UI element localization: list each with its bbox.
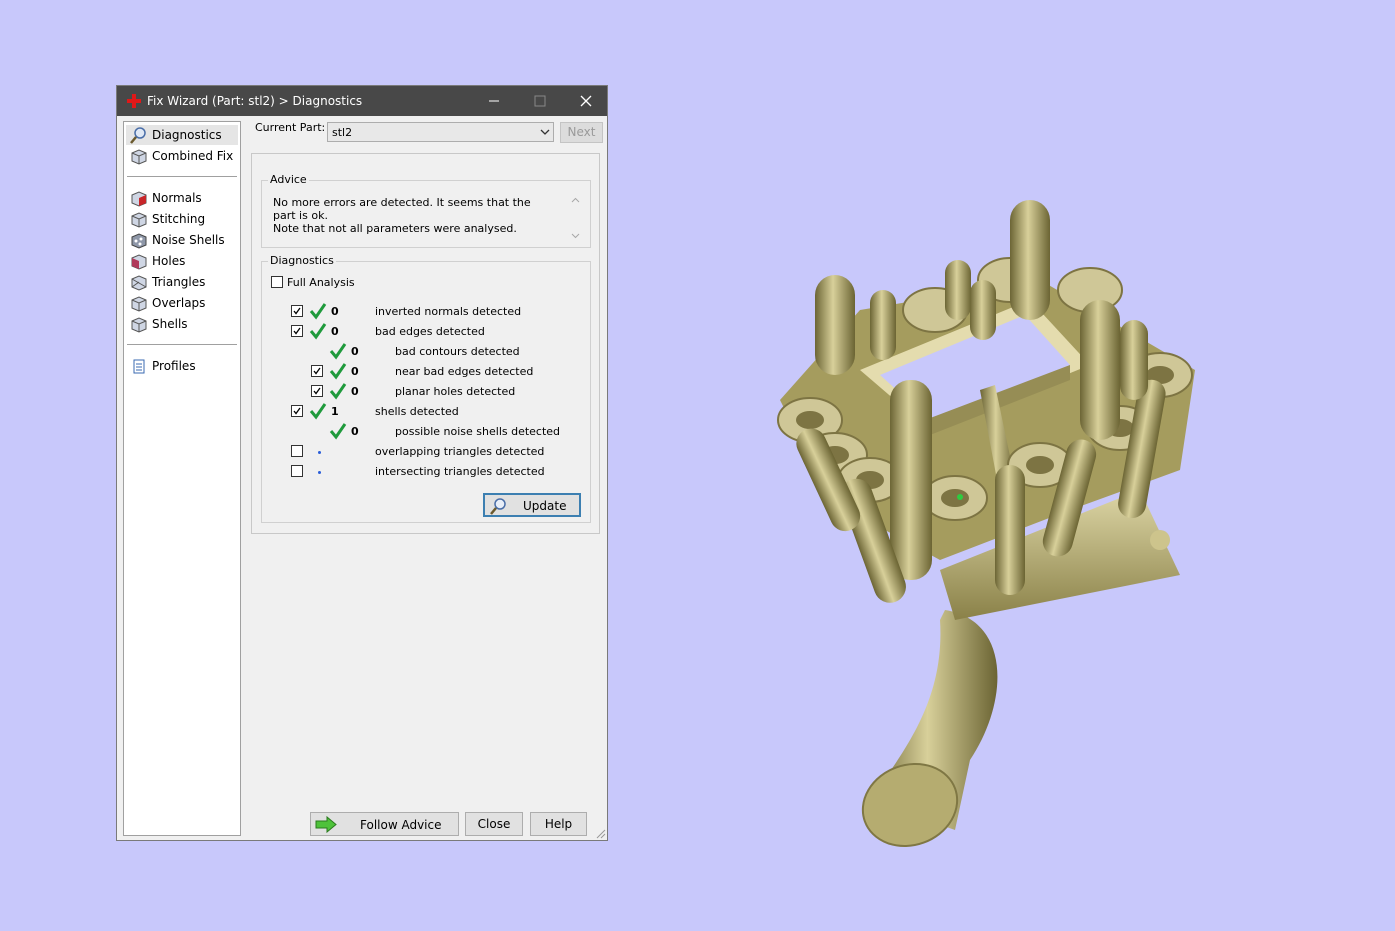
row-label: shells detected [375,405,459,418]
row-label: bad edges detected [375,325,485,338]
row-checkbox[interactable] [291,405,303,417]
row-label: bad contours detected [395,345,520,358]
row-label: planar holes detected [395,385,516,398]
advice-group: Advice No more errors are detected. It s… [261,173,591,248]
nav-separator [127,176,237,177]
noise-shells-icon [131,233,147,249]
diagnostics-group-title: Diagnostics [268,254,336,267]
title-bar[interactable]: Fix Wizard (Part: stl2) > Diagnostics [117,86,607,116]
close-icon [580,95,592,107]
wizard-nav-list: Diagnostics Combined Fix Normals Stitchi… [123,121,241,836]
shells-cube-icon [131,317,147,333]
chevron-down-icon [540,129,550,135]
row-label: possible noise shells detected [395,425,561,438]
row-checkbox[interactable] [291,465,303,477]
checkmark-icon [313,367,321,375]
green-check-icon [309,403,327,420]
cube-icon [131,149,147,165]
checkmark-icon [313,387,321,395]
full-analysis-label: Full Analysis [287,276,355,289]
green-check-icon [329,343,347,360]
nav-item-diagnostics[interactable]: Diagnostics [126,125,238,145]
follow-advice-button[interactable]: Follow Advice [310,812,459,836]
current-part-label: Current Part: [255,121,326,134]
fix-wizard-dialog: Fix Wizard (Part: stl2) > Diagnostics Di… [116,85,608,841]
row-count: 0 [351,385,359,398]
next-button[interactable]: Next [560,122,603,143]
app-red-cross-icon [127,94,141,108]
resize-grip-icon[interactable] [596,829,606,839]
checkmark-icon [293,327,301,335]
row-checkbox[interactable] [311,365,323,377]
row-label: overlapping triangles detected [375,445,545,458]
nav-item-stitching[interactable]: Stitching [126,209,238,229]
nav-item-overlaps[interactable]: Overlaps [126,293,238,313]
maximize-button[interactable] [517,86,563,116]
row-checkbox[interactable] [291,305,303,317]
row-label: intersecting triangles detected [375,465,545,478]
row-count: 0 [331,325,339,338]
not-run-dot-icon [318,471,321,474]
checkmark-icon [293,407,301,415]
green-check-icon [329,423,347,440]
full-analysis-checkbox[interactable] [271,276,283,288]
diagnostics-group: Diagnostics Full Analysis 0 inverted nor… [261,254,591,523]
advice-group-title: Advice [268,173,309,186]
diagnostics-panel: Advice No more errors are detected. It s… [251,153,600,534]
row-count: 0 [351,365,359,378]
checkmark-icon [293,307,301,315]
not-run-dot-icon [318,451,321,454]
nav-separator [127,344,237,345]
nav-item-normals[interactable]: Normals [126,188,238,208]
nav-item-profiles[interactable]: Profiles [126,356,238,376]
row-label: inverted normals detected [375,305,522,318]
nav-item-holes[interactable]: Holes [126,251,238,271]
document-icon [133,359,145,374]
nav-item-triangles[interactable]: Triangles [126,272,238,292]
magnifier-icon [130,127,146,144]
close-window-button[interactable] [563,86,609,116]
current-part-value: stl2 [332,126,353,139]
row-count: 0 [351,425,359,438]
triangles-cube-icon [131,275,147,291]
row-checkbox[interactable] [311,385,323,397]
normals-cube-icon [131,191,147,207]
row-checkbox[interactable] [291,325,303,337]
green-check-icon [309,303,327,320]
maximize-icon [534,95,546,107]
green-check-icon [309,323,327,340]
row-count: 1 [331,405,339,418]
holes-cube-icon [131,254,147,270]
row-count: 0 [351,345,359,358]
advice-line-2: Note that not all parameters were analys… [273,222,517,235]
window-title: Fix Wizard (Part: stl2) > Diagnostics [147,94,363,108]
stitching-cube-icon [131,212,147,228]
green-check-icon [329,383,347,400]
green-check-icon [329,363,347,380]
minimize-icon [489,100,499,102]
help-button[interactable]: Help [530,812,587,836]
row-checkbox[interactable] [291,445,303,457]
current-part-select[interactable]: stl2 [327,122,554,142]
update-button[interactable]: Update [483,493,581,517]
row-label: near bad edges detected [395,365,534,378]
advice-line-1: No more errors are detected. It seems th… [273,196,531,222]
green-arrow-icon [315,816,337,833]
advice-text: No more errors are detected. It seems th… [273,196,553,235]
row-count: 0 [331,305,339,318]
ring-model[interactable] [740,180,1240,870]
nav-item-shells[interactable]: Shells [126,314,238,334]
advice-scrollbar[interactable] [569,194,582,242]
nav-item-combined-fix[interactable]: Combined Fix [126,146,238,166]
update-label: Update [523,499,567,513]
nav-item-noise-shells[interactable]: Noise Shells [126,230,238,250]
minimize-button[interactable] [471,86,517,116]
overlaps-cube-icon [131,296,147,312]
magnifier-icon [490,498,506,515]
follow-advice-label: Follow Advice [360,818,442,832]
close-button[interactable]: Close [465,812,523,836]
